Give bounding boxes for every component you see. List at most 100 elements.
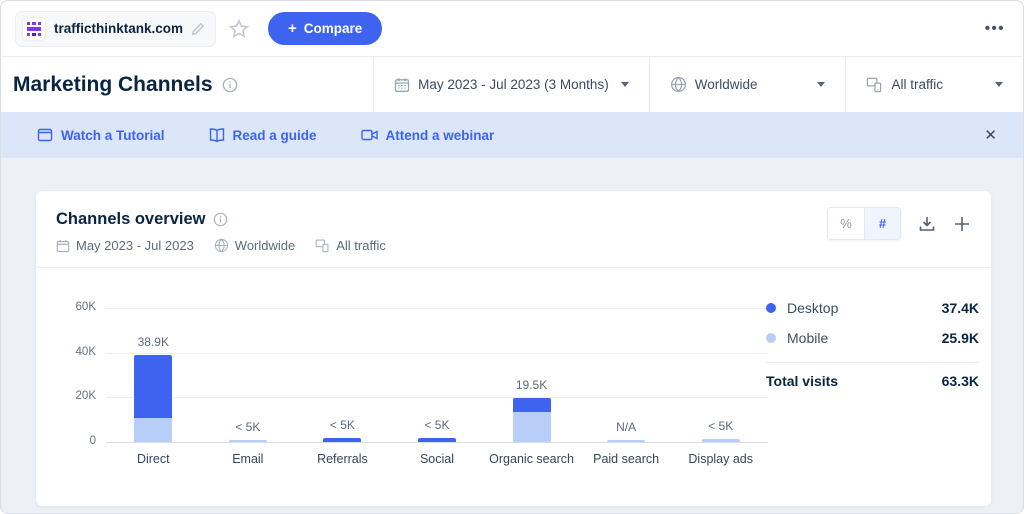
banner-link-label: Watch a Tutorial (61, 127, 165, 143)
date-range-filter[interactable]: May 2023 - Jul 2023 (3 Months) (373, 57, 649, 112)
legend-item-mobile[interactable]: Mobile 25.9K (766, 323, 979, 353)
domain-name: trafficthinktank.com (54, 21, 184, 36)
download-button[interactable] (917, 214, 937, 234)
book-icon (209, 128, 224, 143)
value-mode-toggle: % # (827, 207, 901, 240)
page-header: Marketing Channels May 2023 - Jul 2023 (… (1, 57, 1023, 112)
bar-column-social: < 5K Social (390, 289, 485, 484)
bar-column-referrals: < 5K Referrals (295, 289, 390, 484)
number-toggle-button[interactable]: # (864, 208, 900, 239)
category-label: Email (232, 452, 264, 466)
globe-icon (670, 76, 686, 93)
edit-domain-icon[interactable] (191, 22, 205, 36)
date-range-value: May 2023 - Jul 2023 (3 Months) (418, 77, 609, 92)
attend-webinar-link[interactable]: Attend a webinar (360, 127, 495, 143)
banner-link-label: Attend a webinar (385, 127, 495, 143)
subtitle-date: May 2023 - Jul 2023 (76, 238, 194, 253)
category-label: Direct (136, 452, 170, 466)
channels-bar-chart: 60K 40K 20K 0 38.9K Direct < 5K Email < 5K Referr… (56, 289, 771, 484)
compare-button[interactable]: + Compare (268, 12, 383, 45)
bar-column-display-ads: < 5K Display ads (673, 289, 768, 484)
page-title: Marketing Channels (13, 72, 213, 96)
category-label: Organic search (489, 452, 574, 466)
bar-segment-mobile[interactable] (701, 439, 740, 442)
download-icon (919, 216, 935, 231)
pixel-logo-icon (27, 21, 41, 36)
plus-icon: + (288, 20, 297, 37)
banner-link-label: Read a guide (232, 127, 317, 143)
bar-segment-desktop[interactable] (134, 355, 173, 418)
read-guide-link[interactable]: Read a guide (209, 127, 317, 143)
total-visits-value: 63.3K (941, 373, 979, 389)
bar[interactable] (701, 439, 740, 442)
region-value: Worldwide (694, 77, 758, 92)
card-title: Channels overview (56, 210, 206, 228)
bar-value-label: N/A (616, 419, 637, 434)
bar-segment-desktop[interactable] (417, 437, 456, 442)
bar-column-direct: 38.9K Direct (106, 289, 201, 484)
total-visits-label: Total visits (766, 373, 839, 389)
domain-chip[interactable]: trafficthinktank.com (15, 10, 217, 47)
bar[interactable] (417, 437, 456, 442)
plus-icon (955, 216, 969, 231)
legend-total-row: Total visits 63.3K (766, 373, 979, 389)
bar-value-label: < 5K (235, 419, 261, 434)
chevron-down-icon (995, 82, 1003, 87)
bar-segment-desktop[interactable] (323, 437, 362, 442)
percent-toggle-button[interactable]: % (828, 208, 864, 239)
video-camera-icon (360, 129, 378, 141)
mobile-dot-icon (766, 333, 776, 343)
legend-name: Desktop (787, 300, 839, 316)
close-icon[interactable]: ✕ (980, 122, 1001, 148)
filter-bar: May 2023 - Jul 2023 (3 Months) Worldwide… (373, 57, 1023, 112)
bar-segment-mobile[interactable] (607, 439, 646, 442)
favorite-star-icon[interactable] (228, 18, 250, 40)
card-controls: % # (827, 207, 971, 240)
chevron-down-icon (620, 82, 629, 87)
watch-tutorial-link[interactable]: Watch a Tutorial (37, 127, 165, 143)
y-axis-tick: 40K (75, 345, 96, 358)
card-divider (36, 267, 991, 268)
calendar-icon (394, 77, 410, 92)
chart-legend: Desktop 37.4K Mobile 25.9K Total visits … (766, 293, 979, 389)
region-filter[interactable]: Worldwide (648, 57, 846, 112)
desktop-dot-icon (766, 303, 776, 313)
category-label: Social (419, 452, 454, 466)
legend-item-desktop[interactable]: Desktop 37.4K (766, 293, 979, 323)
y-axis-tick: 60K (75, 301, 96, 313)
devices-icon (867, 77, 882, 93)
bar[interactable] (607, 439, 646, 442)
more-menu-icon[interactable]: ••• (985, 20, 1005, 37)
bar-segment-mobile[interactable] (134, 417, 173, 442)
promo-banner: Watch a Tutorial Read a guide Attend a w… (1, 112, 1023, 158)
info-icon[interactable] (213, 212, 228, 227)
bar[interactable] (323, 437, 362, 442)
subtitle-region: Worldwide (234, 238, 296, 253)
chevron-down-icon (817, 82, 826, 87)
top-bar: trafficthinktank.com + Compare ••• (1, 1, 1023, 57)
calendar-icon (56, 239, 70, 252)
devices-icon (315, 239, 329, 253)
bar-segment-desktop[interactable] (512, 398, 551, 413)
category-label: Display ads (688, 452, 754, 466)
bar-column-paid-search: N/A Paid search (579, 289, 674, 484)
tutorial-icon (37, 128, 53, 142)
bar-column-email: < 5K Email (201, 289, 296, 484)
channels-overview-card: Channels overview May 2023 - Jul 2023 Wo… (36, 191, 991, 506)
bar-value-label: < 5K (708, 419, 734, 434)
app-window: trafficthinktank.com + Compare ••• Marke… (0, 0, 1024, 514)
bar[interactable] (134, 355, 173, 442)
traffic-filter[interactable]: All traffic (845, 57, 1023, 112)
legend-value: 25.9K (941, 330, 979, 346)
category-label: Referrals (317, 452, 368, 466)
bar-value-label: 38.9K (137, 335, 169, 350)
add-widget-button[interactable] (953, 215, 971, 233)
bar[interactable] (512, 398, 551, 442)
bar-value-label: 19.5K (515, 378, 548, 393)
info-icon[interactable] (222, 77, 238, 93)
bar[interactable] (228, 440, 267, 442)
y-axis-tick: 0 (89, 435, 96, 447)
bar-segment-mobile[interactable] (228, 440, 267, 442)
subtitle-traffic: All traffic (336, 238, 386, 253)
bar-segment-mobile[interactable] (512, 412, 551, 442)
